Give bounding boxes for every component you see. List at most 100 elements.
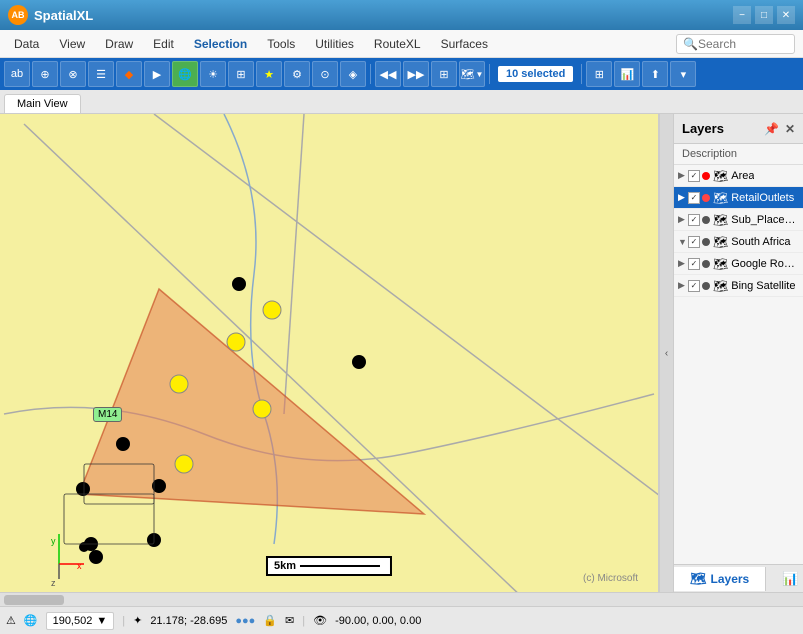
layer-expand-bing: ▶ — [678, 280, 688, 291]
layer-dot-sa — [702, 238, 710, 246]
svg-text:z: z — [51, 578, 56, 588]
layer-check-retail[interactable]: ✓ — [688, 192, 700, 204]
layer-check-sa[interactable]: ✓ — [688, 236, 700, 248]
tb-btn-chart[interactable]: 📊 — [614, 61, 640, 87]
menu-surfaces[interactable]: Surfaces — [431, 33, 498, 55]
layer-icon-subplaces: 🗺 — [713, 213, 728, 227]
layer-item-bing[interactable]: ▶ ✓ 🗺 Bing Satellite — [674, 275, 803, 297]
menu-selection[interactable]: Selection — [184, 33, 257, 55]
layers-description[interactable]: Description — [674, 144, 803, 165]
tb-btn-back[interactable]: ◀◀ — [375, 61, 401, 87]
menu-utilities[interactable]: Utilities — [305, 33, 364, 55]
toolbar: ab ⊕ ⊗ ☰ ◆ ▶ 🌐 ☀ ⊞ ★ ⚙ ⊙ ◈ ◀◀ ▶▶ ⊞ 🗺▼ 10… — [0, 58, 803, 90]
tab-layers[interactable]: 🗺 Layers — [674, 567, 766, 591]
tb-btn-9[interactable]: ⊞ — [228, 61, 254, 87]
tb-btn-8[interactable]: ☀ — [200, 61, 226, 87]
layer-name-bing: Bing Satellite — [731, 280, 795, 292]
map-area[interactable]: y x z M14 (c) Microsoft 5km — [0, 114, 659, 592]
layer-check-area[interactable]: ✓ — [688, 170, 700, 182]
tb-btn-1[interactable]: ab — [4, 61, 30, 87]
layers-header: Layers 📌 ✕ — [674, 114, 803, 144]
tb-sep-2 — [489, 64, 490, 84]
app-icon: AB — [8, 5, 28, 25]
pin-icon[interactable]: 📌 — [764, 122, 779, 136]
tb-btn-drop[interactable]: 🗺▼ — [459, 61, 485, 87]
tb-btn-export[interactable]: ⬆ — [642, 61, 668, 87]
tb-btn-3[interactable]: ⊗ — [60, 61, 86, 87]
layer-item-retailoutlets[interactable]: ▶ ✓ 🗺 RetailOutlets — [674, 187, 803, 209]
close-button[interactable]: ✕ — [777, 6, 795, 24]
layer-icon-google: 🗺 — [713, 257, 728, 271]
layers-close-icon[interactable]: ✕ — [785, 122, 795, 136]
menubar: Data View Draw Edit Selection Tools Util… — [0, 30, 803, 58]
layer-name-retail: RetailOutlets — [731, 192, 794, 204]
tb-sep-1 — [370, 64, 371, 84]
layer-item-area[interactable]: ▶ ✓ 🗺 Area — [674, 165, 803, 187]
svg-text:y: y — [51, 536, 56, 546]
road-label-m14: M14 — [93, 407, 122, 422]
scale-bar: 5km — [266, 556, 392, 576]
layer-dot-area — [702, 172, 710, 180]
tb-btn-forward[interactable]: ▶▶ — [403, 61, 429, 87]
layer-item-southafrica[interactable]: ▼ ✓ 🗺 South Africa — [674, 231, 803, 253]
bottom-tabs: 🗺 Layers 📊 Dashboa... — [674, 564, 803, 592]
tb-sep-3 — [581, 64, 582, 84]
tb-btn-7[interactable]: 🌐 — [172, 61, 198, 87]
search-icon: 🔍 — [683, 37, 698, 51]
tb-btn-more[interactable]: ▾ — [670, 61, 696, 87]
menu-view[interactable]: View — [49, 33, 95, 55]
statusbar: ⚠ 🌐 190,502 ▼ | ✦ 21.178; -28.695 ●●● 🔒 … — [0, 606, 803, 634]
menu-data[interactable]: Data — [4, 33, 49, 55]
layer-dot-subplaces — [702, 216, 710, 224]
layer-check-subplaces[interactable]: ✓ — [688, 214, 700, 226]
map-attribution: (c) Microsoft — [583, 573, 638, 584]
layer-expand-subplaces: ▶ — [678, 214, 688, 225]
tb-btn-12[interactable]: ⊙ — [312, 61, 338, 87]
maximize-button[interactable]: □ — [755, 6, 773, 24]
layer-item-googleroads[interactable]: ▶ ✓ 🗺 Google Roa... — [674, 253, 803, 275]
hscroll-thumb[interactable] — [4, 595, 64, 605]
tab-dashboard[interactable]: 📊 Dashboa... — [766, 567, 803, 591]
svg-text:x: x — [77, 561, 82, 571]
layer-check-google[interactable]: ✓ — [688, 258, 700, 270]
tb-btn-table[interactable]: ⊞ — [586, 61, 612, 87]
menu-edit[interactable]: Edit — [143, 33, 184, 55]
layers-tab-icon: 🗺 — [690, 571, 707, 587]
window-controls: − □ ✕ — [733, 6, 795, 24]
layers-collapse-button[interactable]: ‹ — [659, 114, 673, 592]
layer-name-google: Google Roa... — [731, 258, 799, 270]
search-box[interactable]: 🔍 — [676, 34, 795, 54]
layer-item-subplaces[interactable]: ▶ ✓ 🗺 Sub_Places... — [674, 209, 803, 231]
layer-dot-google — [702, 260, 710, 268]
tb-btn-13[interactable]: ◈ — [340, 61, 366, 87]
titlebar: AB SpatialXL − □ ✕ — [0, 0, 803, 30]
menu-draw[interactable]: Draw — [95, 33, 143, 55]
content-area: y x z M14 (c) Microsoft 5km ‹ Layers 📌 ✕… — [0, 114, 803, 592]
scale-label: 5km — [274, 560, 296, 572]
tb-btn-5[interactable]: ◆ — [116, 61, 142, 87]
tb-btn-2[interactable]: ⊕ — [32, 61, 58, 87]
tab-bar: Main View — [0, 90, 803, 114]
menu-tools[interactable]: Tools — [257, 33, 305, 55]
layer-expand-area: ▶ — [678, 170, 688, 181]
app-title: SpatialXL — [34, 8, 733, 23]
layer-icon-retail: 🗺 — [713, 191, 728, 205]
map-svg: y x z — [0, 114, 658, 592]
tb-btn-11[interactable]: ⚙ — [284, 61, 310, 87]
point-1 — [232, 277, 246, 291]
main-view-tab[interactable]: Main View — [4, 94, 81, 113]
layer-expand-google: ▶ — [678, 258, 688, 269]
layer-icon-area: 🗺 — [713, 169, 728, 183]
layer-check-bing[interactable]: ✓ — [688, 280, 700, 292]
tb-btn-10[interactable]: ★ — [256, 61, 282, 87]
layer-icon-sa: 🗺 — [713, 235, 728, 249]
tb-btn-6[interactable]: ▶ — [144, 61, 170, 87]
layer-dot-bing — [702, 282, 710, 290]
search-input[interactable] — [698, 37, 788, 51]
layer-name-area: Area — [731, 170, 754, 182]
menu-routexl[interactable]: RouteXL — [364, 33, 431, 55]
tb-btn-grid[interactable]: ⊞ — [431, 61, 457, 87]
minimize-button[interactable]: − — [733, 6, 751, 24]
horizontal-scrollbar[interactable] — [0, 592, 803, 606]
tb-btn-4[interactable]: ☰ — [88, 61, 114, 87]
